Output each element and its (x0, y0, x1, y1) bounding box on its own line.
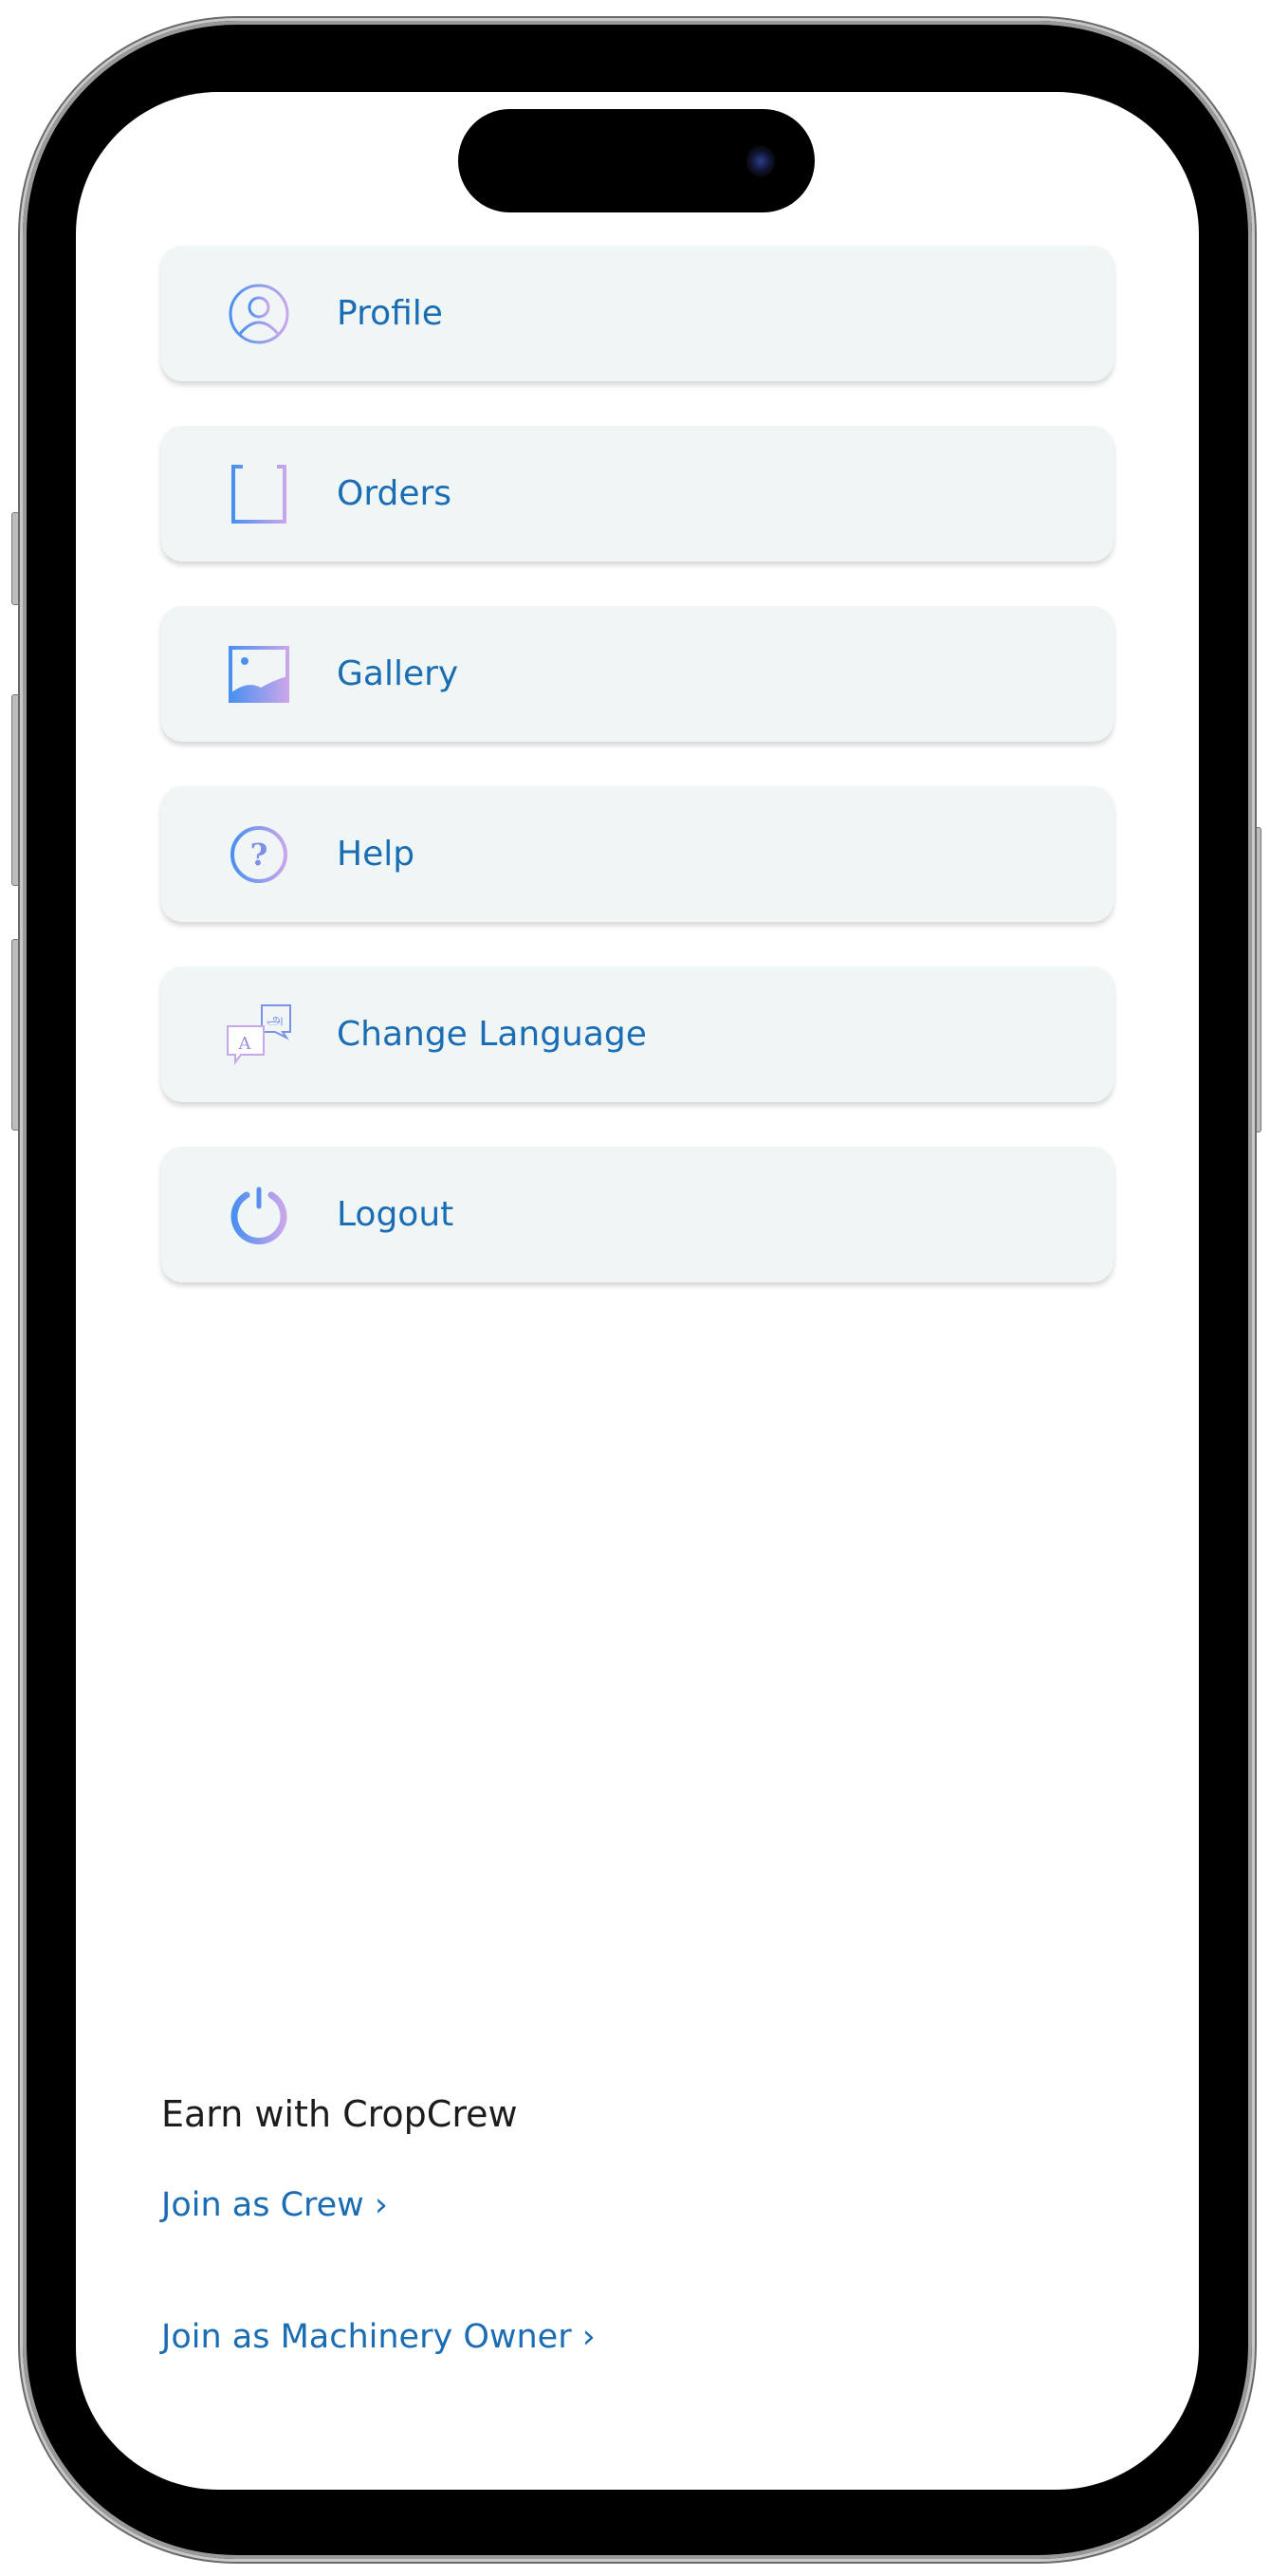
volume-up-button[interactable] (11, 694, 23, 886)
dynamic-island (458, 109, 815, 212)
orders-icon (226, 461, 292, 527)
menu-item-label: Change Language (337, 1015, 647, 1054)
power-icon (226, 1182, 292, 1248)
menu-item-change-language[interactable]: அA Change Language (161, 966, 1114, 1102)
gallery-icon (226, 641, 292, 708)
help-icon: ? (226, 821, 292, 888)
menu-item-logout[interactable]: Logout (161, 1147, 1114, 1282)
menu-item-label: Profile (337, 294, 443, 333)
menu-item-orders[interactable]: Orders (161, 426, 1114, 561)
menu-item-help[interactable]: ? Help (161, 786, 1114, 922)
join-machinery-owner-link[interactable]: Join as Machinery Owner › (161, 2318, 596, 2356)
join-crew-link[interactable]: Join as Crew › (161, 2186, 388, 2224)
language-icon: அA (226, 1002, 292, 1068)
svg-text:அ: அ (267, 1010, 284, 1028)
camera-icon (746, 145, 775, 177)
menu-item-gallery[interactable]: Gallery (161, 606, 1114, 742)
earn-heading: Earn with CropCrew (161, 2093, 518, 2135)
action-button[interactable] (11, 512, 23, 605)
volume-down-button[interactable] (11, 939, 23, 1131)
profile-icon (226, 281, 292, 347)
menu-item-label: Gallery (337, 654, 459, 693)
menu-item-profile[interactable]: Profile (161, 246, 1114, 381)
screen: Profile Orders Gallery ? Help அA Change … (76, 92, 1199, 2490)
svg-text:A: A (238, 1034, 252, 1054)
menu-item-label: Orders (337, 474, 452, 513)
menu-item-label: Logout (337, 1195, 454, 1234)
svg-text:?: ? (250, 837, 268, 873)
menu-item-label: Help (337, 835, 415, 874)
